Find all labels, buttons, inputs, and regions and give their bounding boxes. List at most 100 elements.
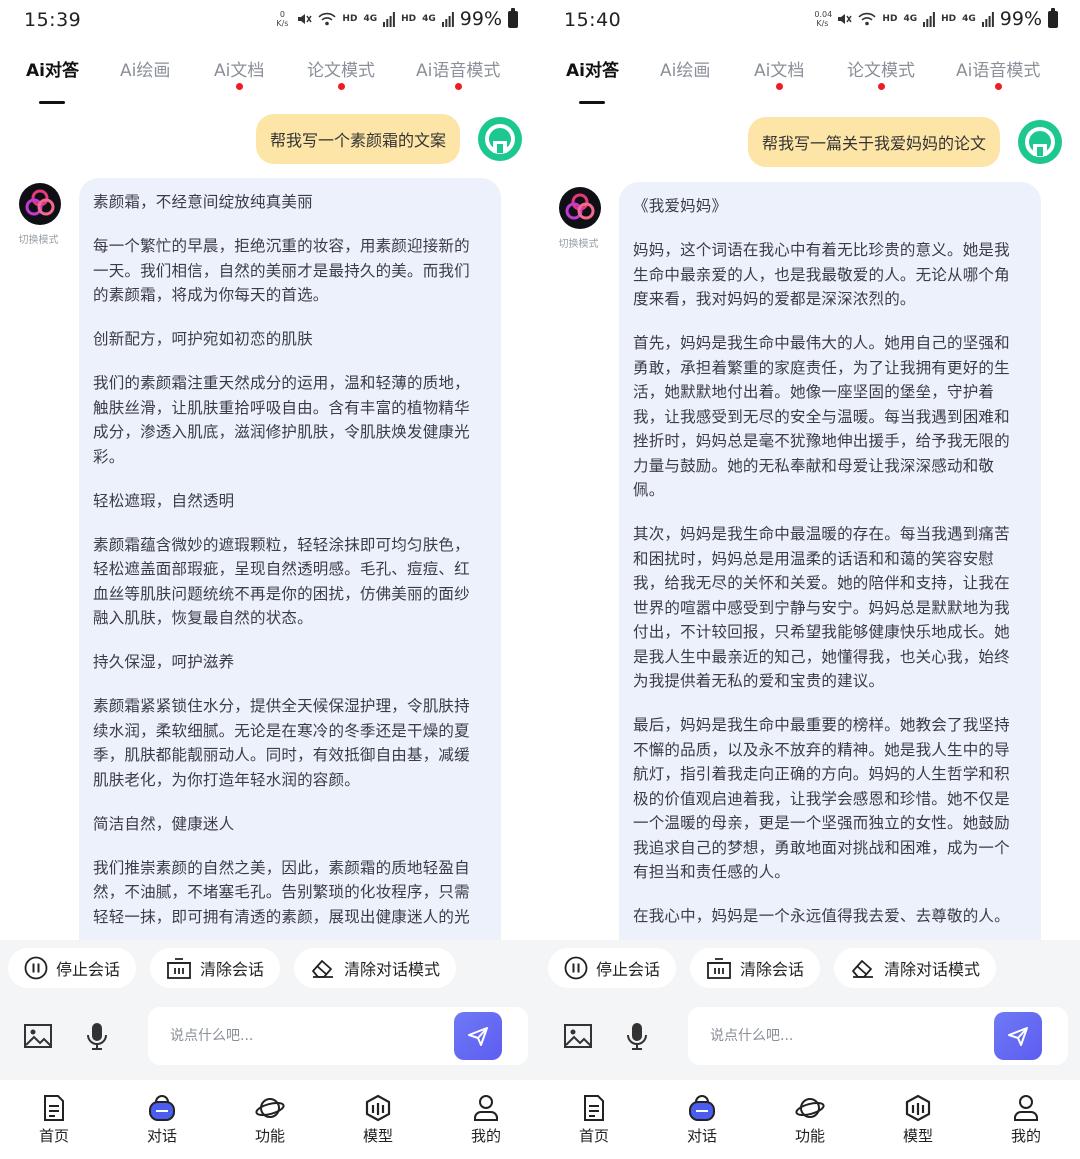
bot-paragraph: 其次，妈妈是我生命中最温暖的存在。每当我遇到痛苦和困扰时，妈妈总是用温柔的话语和… xyxy=(633,525,1010,690)
message-input[interactable] xyxy=(710,1023,980,1049)
bot-paragraph: 我们的素颜霜注重天然成分的运用，温和轻薄的质地，触肤丝滑，让肌肤重拾呼吸自由。含… xyxy=(93,374,470,466)
tab-ai-document[interactable]: Ai文档 xyxy=(214,56,264,90)
clear-conversation-button[interactable]: 清除会话 xyxy=(150,948,281,988)
send-button[interactable] xyxy=(454,1012,502,1060)
user-avatar-logo xyxy=(485,124,515,154)
network-type: 4G xyxy=(422,14,436,24)
bot-paragraph: 妈妈，这个词语在我心中有着无比珍贵的意义。她是我生命中最亲爱的人，也是我最敬爱的… xyxy=(633,241,1010,308)
clear-box-icon xyxy=(707,958,731,979)
tab-ai-voice-mode[interactable]: Ai语音模式 xyxy=(956,56,1040,90)
stop-conversation-button[interactable]: 停止会话 xyxy=(548,948,677,988)
user-avatar[interactable] xyxy=(1018,120,1062,164)
status-time: 15:39 xyxy=(24,9,82,31)
send-button[interactable] xyxy=(994,1012,1042,1060)
document-icon xyxy=(44,1095,64,1121)
phone-screen-right: 15:40 0.04 K/s HD 4G HD 4G 99% Ai对答 Ai绘画… xyxy=(540,0,1080,1159)
tab-ai-qa[interactable]: Ai对答 xyxy=(566,56,619,104)
chat-bag-icon xyxy=(149,1095,175,1121)
bot-paragraph: 首先，妈妈是我生命中最伟大的人。她用自己的坚强和勇敢，承担着繁重的家庭责任，为了… xyxy=(633,334,1010,499)
bot-paragraph: 每一个繁忙的早晨，拒绝沉重的妆容，用素颜迎接新的一天。我们相信，自然的美丽才是最… xyxy=(93,237,470,304)
active-tab-indicator xyxy=(579,101,606,104)
bot-paragraph: 素颜霜，不经意间绽放纯真美丽 xyxy=(93,193,313,211)
bottom-nav: 首页 对话 功能 模型 我的 xyxy=(0,1080,540,1159)
chat-actions-bar: 停止会话 清除会话 清除对话模式 xyxy=(540,940,1080,998)
notification-dot xyxy=(337,83,345,90)
user-message-row: 帮我写一篇关于我爱妈妈的论文 xyxy=(747,117,1062,167)
status-bar: 15:39 0 K/s HD 4G HD 4G 99% xyxy=(0,0,540,40)
hd-indicator: HD xyxy=(401,14,417,24)
tab-ai-drawing[interactable]: Ai绘画 xyxy=(120,56,170,81)
nav-model[interactable]: 模型 xyxy=(348,1094,408,1146)
nav-home[interactable]: 首页 xyxy=(24,1094,84,1146)
tab-paper-mode[interactable]: 论文模式 xyxy=(307,56,375,90)
clear-conversation-button[interactable]: 清除会话 xyxy=(690,948,821,988)
phone-screen-left: 15:39 0 K/s HD 4G HD 4G 99% Ai对答 Ai绘画 Ai… xyxy=(0,0,540,1159)
user-message-row: 帮我写一个素颜霜的文案 xyxy=(255,114,522,164)
hd-indicator: HD xyxy=(342,14,358,24)
nav-chat[interactable]: 对话 xyxy=(132,1094,192,1146)
switch-mode-label[interactable]: 切换模式 xyxy=(13,231,64,246)
clear-dialog-mode-button[interactable]: 清除对话模式 xyxy=(834,948,997,988)
wifi-icon xyxy=(318,12,337,26)
network-type: 4G xyxy=(903,14,918,24)
battery-percent: 99% xyxy=(459,8,502,30)
send-icon xyxy=(1008,1027,1028,1046)
nav-home[interactable]: 首页 xyxy=(564,1094,624,1146)
chat-bag-icon xyxy=(689,1095,715,1121)
notification-dot xyxy=(877,83,885,90)
nav-features[interactable]: 功能 xyxy=(780,1094,840,1146)
hd-indicator: HD xyxy=(941,14,957,24)
nav-chat[interactable]: 对话 xyxy=(672,1094,732,1146)
battery-icon xyxy=(1048,7,1058,28)
bot-paragraph: 创新配方，呵护宛如初恋的肌肤 xyxy=(93,330,313,348)
user-avatar-logo xyxy=(1025,127,1055,157)
bot-paragraph: 在我心中，妈妈是一个永远值得我去爱、去尊敬的人。 xyxy=(633,907,1010,925)
clear-box-icon xyxy=(167,958,191,979)
notification-dot xyxy=(235,83,243,90)
tab-paper-mode[interactable]: 论文模式 xyxy=(847,56,915,90)
notification-dot xyxy=(454,83,462,90)
hd-indicator: HD xyxy=(882,14,898,24)
microphone-icon[interactable] xyxy=(81,1020,113,1052)
bottom-nav: 首页 对话 功能 模型 我的 xyxy=(540,1080,1080,1159)
image-icon[interactable] xyxy=(22,1020,54,1052)
bot-avatar[interactable] xyxy=(19,183,61,225)
bot-avatar-area: 切换模式 xyxy=(556,187,604,250)
bot-paragraph: 持久保湿，呵护滋养 xyxy=(93,653,235,671)
planet-icon xyxy=(795,1098,825,1118)
message-input[interactable] xyxy=(170,1023,440,1049)
bot-logo-icon xyxy=(565,193,595,220)
active-tab-indicator xyxy=(39,101,66,104)
net-speed: 0.04 K/s xyxy=(814,10,833,28)
tab-ai-voice-mode[interactable]: Ai语音模式 xyxy=(416,56,500,90)
nav-features[interactable]: 功能 xyxy=(240,1094,300,1146)
mute-icon xyxy=(838,14,853,24)
signal-icon xyxy=(441,11,454,27)
net-speed: 0 K/s xyxy=(276,10,289,28)
switch-mode-label[interactable]: 切换模式 xyxy=(553,235,604,250)
tab-ai-document[interactable]: Ai文档 xyxy=(754,56,804,90)
wifi-icon xyxy=(858,12,877,26)
image-icon[interactable] xyxy=(562,1020,594,1052)
tab-ai-drawing[interactable]: Ai绘画 xyxy=(660,56,710,81)
tab-ai-qa[interactable]: Ai对答 xyxy=(26,56,79,104)
microphone-icon[interactable] xyxy=(621,1020,653,1052)
bot-paragraph: 素颜霜紧紧锁住水分，提供全天候保湿护理，令肌肤持续水润，柔软细腻。无论是在寒冷的… xyxy=(93,697,470,789)
user-avatar[interactable] xyxy=(478,117,522,161)
clear-dialog-mode-button[interactable]: 清除对话模式 xyxy=(294,948,457,988)
bot-avatar[interactable] xyxy=(559,187,601,229)
signal-icon xyxy=(981,11,994,27)
bot-paragraph: 我们推崇素颜的自然之美，因此，素颜霜的质地轻盈自然，不油腻，不堵塞毛孔。告别繁琐… xyxy=(93,858,470,926)
nav-profile[interactable]: 我的 xyxy=(996,1094,1056,1146)
signal-icon xyxy=(383,11,395,27)
bot-logo-icon xyxy=(25,189,55,216)
model-cube-icon xyxy=(365,1094,391,1122)
stop-conversation-button[interactable]: 停止会话 xyxy=(8,948,137,988)
nav-profile[interactable]: 我的 xyxy=(456,1094,516,1146)
battery-percent: 99% xyxy=(999,8,1042,30)
bot-avatar-area: 切换模式 xyxy=(16,183,64,246)
user-message-bubble: 帮我写一篇关于我爱妈妈的论文 xyxy=(747,117,1000,167)
message-input-row xyxy=(0,998,540,1080)
nav-model[interactable]: 模型 xyxy=(888,1094,948,1146)
bot-paragraph: 简洁自然，健康迷人 xyxy=(93,814,235,833)
